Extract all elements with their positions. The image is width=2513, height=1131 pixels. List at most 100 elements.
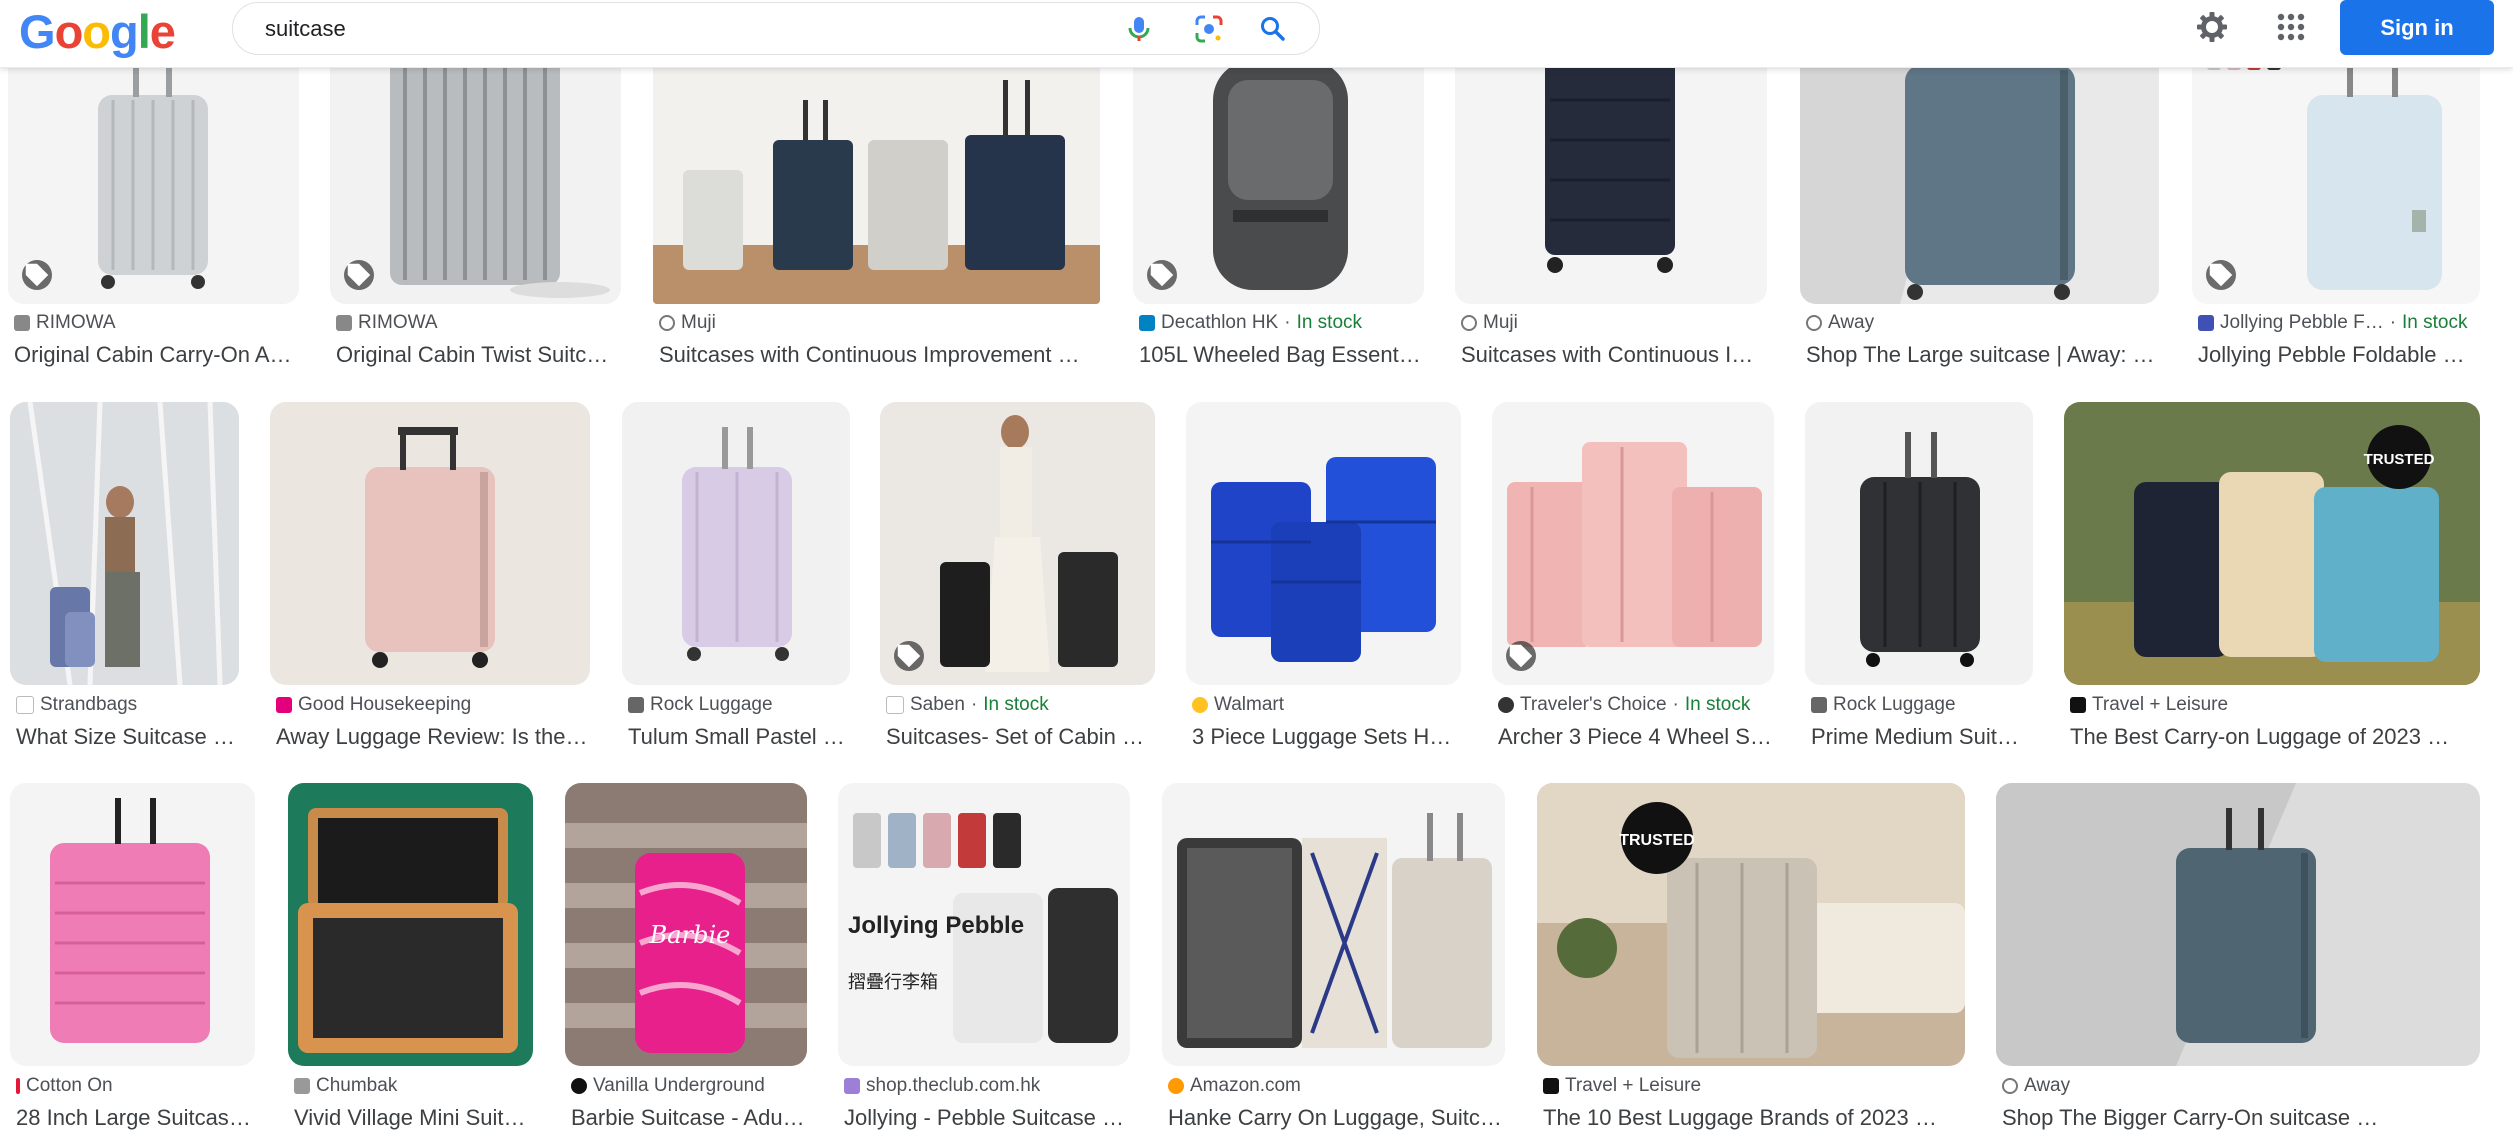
- result-tile[interactable]: TRUSTED Travel + Leisure The 10 Best Lug…: [1537, 783, 1965, 1130]
- result-title[interactable]: Hanke Carry On Luggage, Suitc…: [1168, 1105, 1506, 1131]
- result-tile[interactable]: Rock Luggage Tulum Small Pastel …: [622, 402, 850, 762]
- result-thumbnail[interactable]: Barbie: [565, 783, 807, 1066]
- google-logo[interactable]: Google: [19, 4, 176, 60]
- result-title[interactable]: The Best Carry-on Luggage of 2023 …: [2070, 724, 2480, 750]
- result-thumbnail[interactable]: [1492, 402, 1774, 685]
- product-tag-icon: [344, 260, 374, 290]
- source-name: Muji: [681, 312, 716, 333]
- result-thumbnail[interactable]: [1996, 783, 2480, 1066]
- result-title[interactable]: What Size Suitcase …: [16, 724, 241, 750]
- jollying-cn-text: 摺疊行李箱: [848, 972, 938, 993]
- result-tile[interactable]: Chumbak Vivid Village Mini Suit…: [288, 783, 533, 1130]
- result-title[interactable]: The 10 Best Luggage Brands of 2023 …: [1543, 1105, 1963, 1131]
- result-tile[interactable]: Good Housekeeping Away Luggage Review: I…: [270, 402, 590, 762]
- result-thumbnail[interactable]: [270, 402, 590, 685]
- gear-icon[interactable]: [2195, 10, 2229, 44]
- result-tile[interactable]: TRUSTED Travel + Leisure The Best Carry-…: [2064, 402, 2480, 762]
- search-input[interactable]: [263, 11, 1087, 47]
- result-tile[interactable]: Walmart 3 Piece Luggage Sets H…: [1186, 402, 1461, 762]
- result-thumbnail[interactable]: TRUSTED: [1537, 783, 1965, 1066]
- walmart-icon: [1192, 697, 1208, 713]
- result-title[interactable]: Suitcases with Continuous Improvement …: [659, 342, 1099, 368]
- result-source: Travel + Leisure: [2070, 694, 2480, 716]
- product-tag-icon: [894, 641, 924, 671]
- result-tile[interactable]: Cotton On 28 Inch Large Suitcase …: [10, 783, 256, 1130]
- source-name: Away: [2024, 1075, 2071, 1096]
- result-title[interactable]: Original Cabin Carry-On A…: [14, 342, 299, 368]
- result-title[interactable]: Prime Medium Suit…: [1811, 724, 2036, 750]
- result-title[interactable]: Shop The Large suitcase | Away: …: [1806, 342, 2158, 368]
- jollying-brand-text: Jollying Pebble: [848, 912, 1024, 939]
- result-thumbnail[interactable]: [1186, 402, 1461, 685]
- theclub-icon: [844, 1078, 860, 1094]
- result-source: Rock Luggage: [1811, 694, 2036, 716]
- result-tile[interactable]: Strandbags What Size Suitcase …: [10, 402, 239, 762]
- sign-in-button[interactable]: Sign in: [2340, 0, 2494, 55]
- result-title[interactable]: Jollying - Pebble Suitcase …: [844, 1105, 1132, 1131]
- result-title[interactable]: 105L Wheeled Bag Essent…: [1139, 342, 1424, 368]
- source-name: Decathlon HK: [1161, 312, 1279, 333]
- result-source: Vanilla Underground: [571, 1075, 809, 1097]
- apps-grid-icon[interactable]: [2274, 10, 2308, 44]
- result-title[interactable]: Suitcases with Continuous I…: [1461, 342, 1766, 368]
- result-title[interactable]: Suitcases- Set of Cabin …: [886, 724, 1156, 750]
- product-tag-icon: [1147, 260, 1177, 290]
- source-name: RIMOWA: [36, 312, 116, 333]
- source-name: Away: [1828, 312, 1875, 333]
- result-source: Amazon.com: [1168, 1075, 1506, 1097]
- result-tile[interactable]: Jollying Pebble 摺疊行李箱 shop.theclub.com.h…: [838, 783, 1132, 1130]
- source-name: Rock Luggage: [1833, 694, 1956, 715]
- globe-icon: [1461, 315, 1477, 331]
- result-title[interactable]: Barbie Suitcase - Adu…: [571, 1105, 809, 1131]
- result-source: Good Housekeeping: [276, 694, 591, 716]
- chumbak-icon: [294, 1078, 310, 1094]
- result-tile[interactable]: Traveler's Choice · In stock Archer 3 Pi…: [1492, 402, 1774, 762]
- lens-camera-icon[interactable]: [1193, 13, 1225, 45]
- source-name: Travel + Leisure: [1565, 1075, 1702, 1096]
- result-thumbnail[interactable]: [10, 402, 239, 685]
- rock-icon: [628, 697, 644, 713]
- result-thumbnail[interactable]: [1805, 402, 2033, 685]
- result-source: shop.theclub.com.hk: [844, 1075, 1132, 1097]
- separator-dot: ·: [970, 694, 978, 715]
- result-source: Away: [2002, 1075, 2480, 1097]
- result-title[interactable]: 3 Piece Luggage Sets H…: [1192, 724, 1462, 750]
- product-tag-icon: [2206, 260, 2236, 290]
- result-tile[interactable]: Barbie Vanilla Underground Barbie Suitca…: [565, 783, 809, 1130]
- result-title[interactable]: Archer 3 Piece 4 Wheel S…: [1498, 724, 1776, 750]
- search-icon[interactable]: [1257, 13, 1289, 45]
- result-source: Travel + Leisure: [1543, 1075, 1963, 1097]
- globe-icon: [659, 315, 675, 331]
- result-title[interactable]: Vivid Village Mini Suit…: [294, 1105, 534, 1131]
- image-results-grid: RIMOWA Original Cabin Carry-On A… RIMOWA…: [0, 0, 2513, 1130]
- result-thumbnail[interactable]: [10, 783, 255, 1066]
- result-title[interactable]: Tulum Small Pastel …: [628, 724, 853, 750]
- result-thumbnail[interactable]: TRUSTED: [2064, 402, 2480, 685]
- result-source: Decathlon HK · In stock: [1139, 312, 1424, 334]
- source-name: Cotton On: [26, 1075, 113, 1096]
- result-thumbnail[interactable]: [622, 402, 850, 685]
- result-thumbnail[interactable]: [288, 783, 533, 1066]
- result-source: Strandbags: [16, 694, 241, 716]
- result-source: Muji: [1461, 312, 1766, 334]
- result-thumbnail[interactable]: [880, 402, 1155, 685]
- result-tile[interactable]: Amazon.com Hanke Carry On Luggage, Suitc…: [1162, 783, 1506, 1130]
- result-tile[interactable]: Rock Luggage Prime Medium Suit…: [1805, 402, 2033, 762]
- source-name: Jollying Pebble F…: [2220, 312, 2384, 333]
- microphone-icon[interactable]: [1123, 13, 1155, 45]
- result-tile[interactable]: Saben · In stock Suitcases- Set of Cabin…: [880, 402, 1155, 762]
- barbie-text: Barbie: [649, 921, 731, 949]
- result-title[interactable]: Shop The Bigger Carry-On suitcase …: [2002, 1105, 2480, 1131]
- result-thumbnail[interactable]: Jollying Pebble 摺疊行李箱: [838, 783, 1130, 1066]
- result-thumbnail[interactable]: [1162, 783, 1505, 1066]
- result-title[interactable]: Away Luggage Review: Is the…: [276, 724, 591, 750]
- result-source: RIMOWA: [336, 312, 621, 334]
- header-bar: Google suitcase Sign in: [0, 0, 2513, 68]
- result-title[interactable]: Jollying Pebble Foldable …: [2198, 342, 2483, 368]
- decathlon-icon: [1139, 315, 1155, 331]
- jollying-icon: [2198, 315, 2214, 331]
- source-name: Traveler's Choice: [1520, 694, 1667, 715]
- result-title[interactable]: 28 Inch Large Suitcase …: [16, 1105, 256, 1131]
- result-title[interactable]: Original Cabin Twist Suitc…: [336, 342, 621, 368]
- result-tile[interactable]: Away Shop The Bigger Carry-On suitcase …: [1996, 783, 2480, 1130]
